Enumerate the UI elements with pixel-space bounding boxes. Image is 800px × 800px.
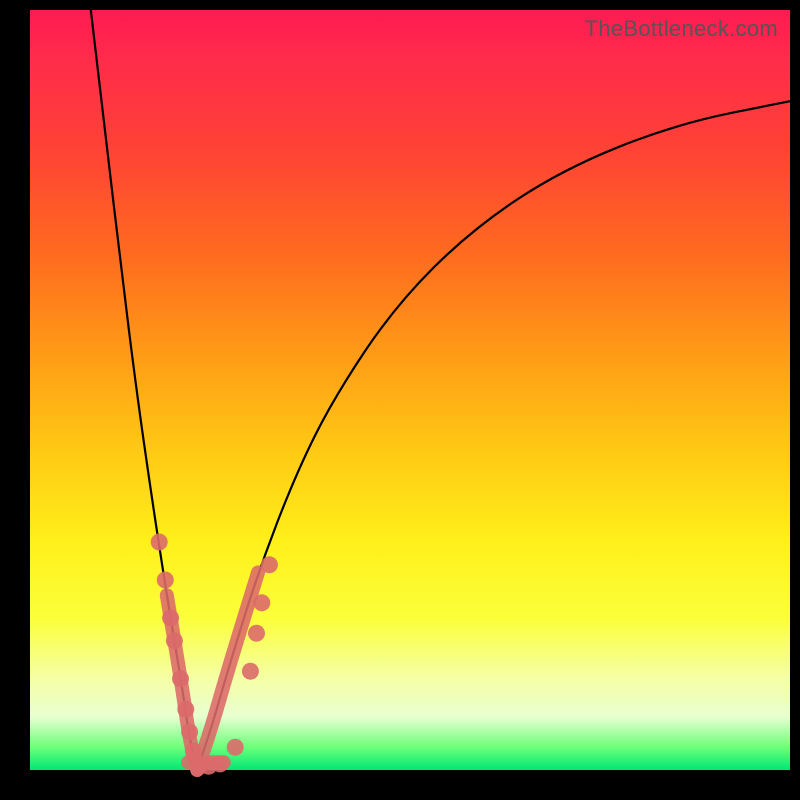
marker-dot bbox=[261, 556, 278, 573]
marker-dot bbox=[227, 739, 244, 756]
marker-dot bbox=[242, 663, 259, 680]
marker-dot bbox=[185, 743, 202, 760]
marker-dot bbox=[151, 534, 168, 551]
marker-dot bbox=[172, 670, 189, 687]
plot-area: TheBottleneck.com bbox=[30, 10, 790, 770]
marker-dot bbox=[248, 625, 265, 642]
marker-dot bbox=[181, 724, 198, 741]
marker-dot bbox=[212, 755, 229, 772]
curve-layer bbox=[30, 10, 790, 770]
marker-dot bbox=[177, 701, 194, 718]
marker-dot bbox=[157, 572, 174, 589]
marker-dot bbox=[166, 632, 183, 649]
marker-dot bbox=[162, 610, 179, 627]
chart-frame: TheBottleneck.com bbox=[0, 0, 800, 800]
marker-dot bbox=[253, 594, 270, 611]
curve-right-branch bbox=[197, 101, 790, 770]
